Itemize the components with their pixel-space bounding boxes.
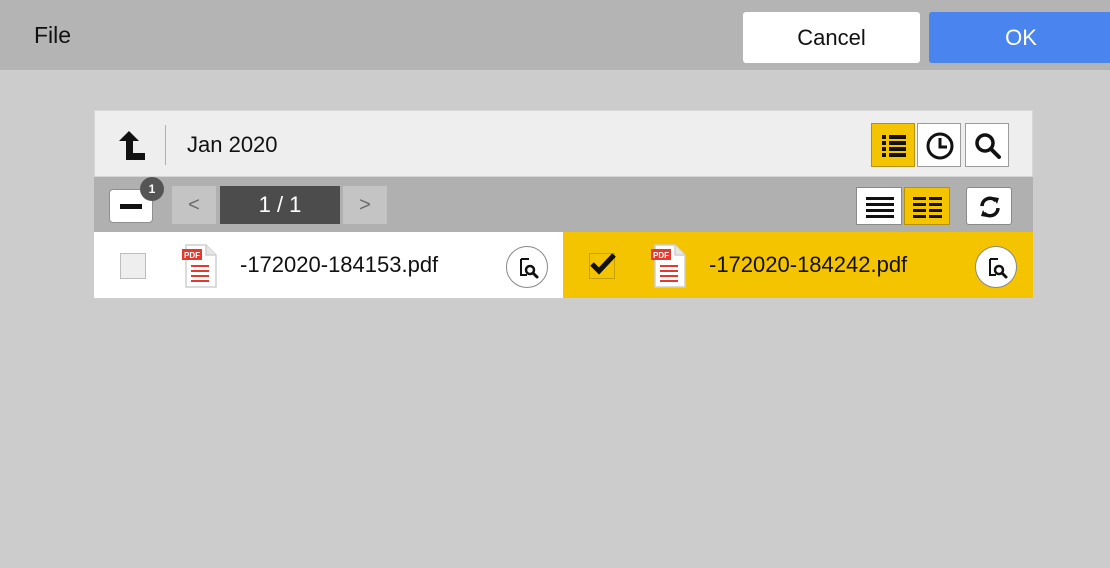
clock-icon <box>926 132 954 160</box>
file-picker-screen: File Cancel OK Jan 2020 1 < 1 / 1 > PDF … <box>0 0 1110 568</box>
list-view-icon <box>882 135 906 157</box>
svg-text:PDF: PDF <box>184 251 200 260</box>
checkmark-icon <box>590 253 616 275</box>
pdf-file-icon: PDF <box>182 244 217 288</box>
search-files-button[interactable] <box>965 123 1009 167</box>
parent-folder-button[interactable] <box>111 125 151 165</box>
two-column-icon <box>913 197 942 218</box>
dialog-title: File <box>34 22 72 48</box>
file-browser-panel: Jan 2020 1 < 1 / 1 > PDF -172020-184153.… <box>94 110 1033 299</box>
refresh-button[interactable] <box>966 187 1012 225</box>
file-item[interactable]: PDF -172020-184153.pdf <box>94 232 563 299</box>
title-bar: File Cancel OK <box>0 0 1110 70</box>
preview-button[interactable] <box>975 246 1017 288</box>
current-folder-name: Jan 2020 <box>187 132 278 157</box>
page-indicator: 1 / 1 <box>220 186 340 224</box>
next-page-button[interactable]: > <box>343 186 387 224</box>
toolbar-divider <box>165 125 166 165</box>
two-column-layout-button[interactable] <box>904 187 950 225</box>
pdf-file-icon: PDF <box>651 244 686 288</box>
ok-button[interactable]: OK <box>929 12 1110 63</box>
refresh-icon <box>980 196 1000 218</box>
selection-pagination-bar: 1 < 1 / 1 > <box>94 177 1033 232</box>
file-list: PDF -172020-184153.pdf PDF -172020-18424… <box>94 232 1033 299</box>
preview-button[interactable] <box>506 246 548 288</box>
file-name: -172020-184153.pdf <box>240 252 439 277</box>
indeterminate-icon <box>120 204 142 209</box>
previous-page-button[interactable]: < <box>172 186 216 224</box>
file-checkbox-checked[interactable] <box>589 253 616 279</box>
list-view-button[interactable] <box>871 123 915 167</box>
file-name: -172020-184242.pdf <box>709 252 908 277</box>
file-item-selected[interactable]: PDF -172020-184242.pdf <box>563 232 1033 299</box>
search-icon <box>975 133 1001 159</box>
single-column-icon <box>866 197 894 218</box>
single-column-layout-button[interactable] <box>856 187 902 225</box>
recent-files-button[interactable] <box>917 123 961 167</box>
preview-magnifier-icon <box>520 258 539 279</box>
cancel-button[interactable]: Cancel <box>743 12 920 63</box>
file-checkbox[interactable] <box>120 253 146 279</box>
preview-magnifier-icon <box>989 258 1008 279</box>
folder-toolbar: Jan 2020 <box>94 110 1033 177</box>
selection-count-badge: 1 <box>140 177 164 201</box>
arrow-up-left-icon <box>119 131 145 160</box>
svg-text:PDF: PDF <box>653 251 669 260</box>
